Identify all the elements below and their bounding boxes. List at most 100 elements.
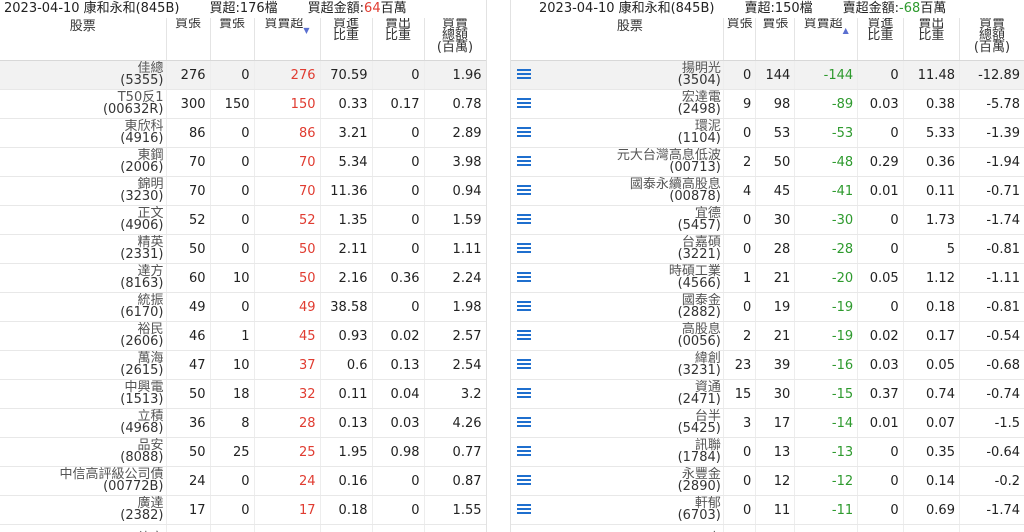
table-row[interactable]: 精英 (2331) 50 0 50 2.11 0 1.11: [0, 234, 486, 264]
stock-cell[interactable]: 萬海 (2615): [0, 350, 167, 380]
col-sell-ratio[interactable]: 賣出 比重: [372, 18, 425, 61]
stock-cell[interactable]: 國泰金 (2882): [537, 292, 724, 322]
list-icon[interactable]: [517, 503, 531, 514]
table-row[interactable]: 國泰永續高股息 (00878) 4 45 -41 0.01 0.11 -0.71: [511, 176, 1024, 206]
stock-cell[interactable]: 中興電 (1513): [0, 379, 167, 409]
table-row[interactable]: 台嘉碩 (3221) 0 28 -28 0 5 -0.81: [511, 234, 1024, 264]
stock-cell[interactable]: 中信高評級公司債 (00772B): [0, 466, 167, 496]
stock-cell[interactable]: 永豐金 (2890): [537, 466, 724, 496]
col-sell[interactable]: 賣張: [755, 18, 796, 61]
table-row[interactable]: 時碩工業 (4566) 1 21 -20 0.05 1.12 -1.11: [511, 263, 1024, 293]
table-row[interactable]: 高股息 (0056) 2 21 -19 0.02 0.17 -0.54: [511, 321, 1024, 351]
stock-cell[interactable]: 錦明 (3230): [0, 176, 167, 206]
table-row[interactable]: 元大台灣高息低波 (00713) 2 50 -48 0.29 0.36 -1.94: [511, 147, 1024, 177]
stock-cell[interactable]: 緯創 (3231): [537, 350, 724, 380]
table-row[interactable]: 軒郁 (6703) 0 11 -11 0 0.69 -1.74: [511, 495, 1024, 525]
table-row[interactable]: 立積 (4968) 36 8 28 0.13 0.03 4.26: [0, 408, 486, 438]
table-row[interactable]: 東鋼 (2006) 70 0 70 5.34 0 3.98: [0, 147, 486, 177]
stock-cell[interactable]: 達方 (8163): [0, 263, 167, 293]
table-row[interactable]: 宏達電 (2498) 9 98 -89 0.03 0.38 -5.78: [511, 89, 1024, 119]
table-row[interactable]: 宜德 (5457) 0 30 -30 0 1.73 -1.74: [511, 205, 1024, 235]
stock-cell[interactable]: 國泰永續高股息 (00878): [537, 176, 724, 206]
col-sell[interactable]: 賣張: [210, 18, 255, 61]
table-row[interactable]: 品安 (8088) 50 25 25 1.95 0.98 0.77: [0, 437, 486, 467]
table-row[interactable]: 廣達 (2382) 17 0 17 0.18 0 1.55: [0, 495, 486, 525]
stock-cell[interactable]: 裕民 (2606): [0, 321, 167, 351]
col-net[interactable]: 買賣超▼: [254, 18, 321, 61]
col-buy-ratio[interactable]: 買進 比重: [320, 18, 373, 61]
table-row[interactable]: 正文 (4906) 52 0 52 1.35 0 1.59: [0, 205, 486, 235]
stock-cell[interactable]: 環泥 (1104): [537, 118, 724, 148]
stock-cell[interactable]: 立積 (4968): [0, 408, 167, 438]
table-row[interactable]: 揚明光 (3504) 0 144 -144 0 11.48 -12.89: [511, 60, 1024, 90]
stock-cell[interactable]: 佳總 (5355): [0, 60, 167, 90]
list-icon[interactable]: [517, 184, 531, 195]
list-icon[interactable]: [517, 416, 531, 427]
table-row[interactable]: 訊聯 (1784) 0 13 -13 0 0.35 -0.64: [511, 437, 1024, 467]
stock-cell[interactable]: 正文 (4906): [0, 205, 167, 235]
col-buy[interactable]: 買張: [723, 18, 757, 61]
stock-cell[interactable]: 訊聯 (1784): [537, 437, 724, 467]
table-row[interactable]: 中信高評級公司債 (00772B) 24 0 24 0.16 0 0.87: [0, 466, 486, 496]
table-row[interactable]: 緯創 (3231) 23 39 -16 0.03 0.05 -0.68: [511, 350, 1024, 380]
list-icon[interactable]: [517, 68, 531, 79]
col-sell-ratio[interactable]: 賣出 比重: [903, 18, 960, 61]
table-row[interactable]: 中興電 (1513) 50 18 32 0.11 0.04 3.2: [0, 379, 486, 409]
list-icon[interactable]: [517, 97, 531, 108]
table-row[interactable]: 資通 (2471) 15 30 -15 0.37 0.74 -0.74: [511, 379, 1024, 409]
table-row[interactable]: 統振 (6170) 49 0 49 38.58 0 1.98: [0, 292, 486, 322]
stock-cell[interactable]: 軒郁 (6703): [537, 495, 724, 525]
col-buy-ratio[interactable]: 買進 比重: [857, 18, 904, 61]
list-icon[interactable]: [517, 126, 531, 137]
list-icon[interactable]: [517, 155, 531, 166]
list-icon[interactable]: [517, 271, 531, 282]
stock-cell[interactable]: 宜德 (5457): [537, 205, 724, 235]
table-row[interactable]: 德宏150150.8400.24: [0, 524, 486, 532]
table-row[interactable]: 東欣科 (4916) 86 0 86 3.21 0 2.89: [0, 118, 486, 148]
net-amount-cell: -0.81: [959, 234, 1024, 264]
table-row[interactable]: 錦明 (3230) 70 0 70 11.36 0 0.94: [0, 176, 486, 206]
table-row[interactable]: 達方 (8163) 60 10 50 2.16 0.36 2.24: [0, 263, 486, 293]
table-row[interactable]: 萬海 (2615) 47 10 37 0.6 0.13 2.54: [0, 350, 486, 380]
stock-cell[interactable]: 高股息 (0056): [537, 321, 724, 351]
stock-cell[interactable]: 台嘉碩 (3221): [537, 234, 724, 264]
list-icon[interactable]: [517, 300, 531, 311]
col-buy[interactable]: 買張: [166, 18, 211, 61]
col-amount[interactable]: 買賣 總額 (百萬): [959, 18, 1024, 61]
stock-cell[interactable]: 資通 (2471): [537, 379, 724, 409]
col-stock[interactable]: 股票: [0, 18, 167, 61]
table-row[interactable]: 永豐金 (2890) 0 12 -12 0 0.14 -0.2: [511, 466, 1024, 496]
table-row[interactable]: 元太819-110.030.07-2.: [511, 524, 1024, 532]
list-icon[interactable]: [517, 445, 531, 456]
list-icon[interactable]: [517, 474, 531, 485]
col-amount[interactable]: 買賣 總額 (百萬): [424, 18, 486, 61]
table-row[interactable]: 台半 (5425) 3 17 -14 0.01 0.07 -1.5: [511, 408, 1024, 438]
stock-cell[interactable]: 台半 (5425): [537, 408, 724, 438]
list-icon[interactable]: [517, 213, 531, 224]
stock-cell[interactable]: 時碩工業 (4566): [537, 263, 724, 293]
table-row[interactable]: T50反1 (00632R) 300 150 150 0.33 0.17 0.78: [0, 89, 486, 119]
list-icon[interactable]: [517, 387, 531, 398]
table-row[interactable]: 佳總 (5355) 276 0 276 70.59 0 1.96: [0, 60, 486, 90]
col-net[interactable]: 買賣超▲: [794, 18, 859, 61]
stock-cell[interactable]: 宏達電 (2498): [537, 89, 724, 119]
stock-cell[interactable]: 東欣科 (4916): [0, 118, 167, 148]
stock-cell[interactable]: 東鋼 (2006): [0, 147, 167, 177]
list-icon[interactable]: [517, 329, 531, 340]
stock-cell[interactable]: 品安 (8088): [0, 437, 167, 467]
stock-cell[interactable]: 元太: [537, 524, 724, 532]
table-row[interactable]: 環泥 (1104) 0 53 -53 0 5.33 -1.39: [511, 118, 1024, 148]
stock-cell[interactable]: 廣達 (2382): [0, 495, 167, 525]
title-amount-unit: 百萬: [380, 1, 407, 16]
stock-cell[interactable]: 德宏: [0, 524, 167, 532]
stock-cell[interactable]: 元大台灣高息低波 (00713): [537, 147, 724, 177]
list-icon[interactable]: [517, 242, 531, 253]
stock-cell[interactable]: 精英 (2331): [0, 234, 167, 264]
col-stock[interactable]: 股票: [537, 18, 724, 61]
list-icon[interactable]: [517, 358, 531, 369]
stock-cell[interactable]: 統振 (6170): [0, 292, 167, 322]
table-row[interactable]: 裕民 (2606) 46 1 45 0.93 0.02 2.57: [0, 321, 486, 351]
stock-cell[interactable]: T50反1 (00632R): [0, 89, 167, 119]
stock-cell[interactable]: 揚明光 (3504): [537, 60, 724, 90]
table-row[interactable]: 國泰金 (2882) 0 19 -19 0 0.18 -0.81: [511, 292, 1024, 322]
